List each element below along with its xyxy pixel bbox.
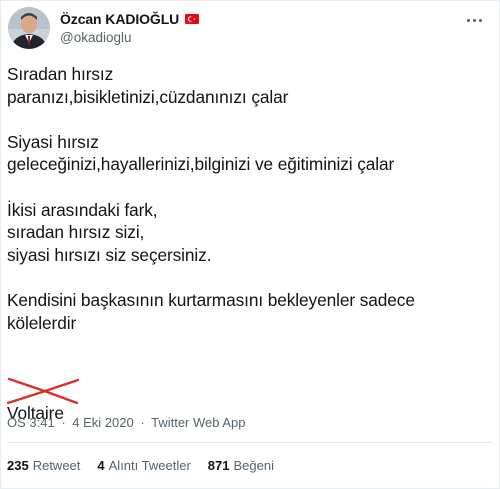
tweet-text: Sıradan hırsız paranızı,bisikletinizi,cü… [6,63,487,447]
display-name-row: Özcan KADIOĞLU [60,10,200,27]
more-options-button[interactable] [461,7,487,33]
quote-tweets-label: Alıntı Tweetler [108,458,191,473]
tweet-date[interactable]: 4 Eki 2020 [72,415,133,430]
likes-stat[interactable]: 871 Beğeni [208,458,274,473]
avatar-image [8,7,50,49]
quote-tweets-count: 4 [97,458,105,473]
likes-label: Beğeni [233,458,274,473]
more-dot-icon [472,18,476,22]
tweet-card: Özcan KADIOĞLU @okadioglu Sıradan hırsız… [0,0,500,489]
divider [7,442,493,443]
likes-count: 871 [207,458,230,473]
more-dot-icon [466,18,470,22]
author-handle[interactable]: @okadioglu [60,30,199,45]
turkey-flag-icon [185,13,200,24]
struck-attribution: Voltaire [6,378,80,447]
retweets-stat[interactable]: 235 Retweet [7,458,80,473]
tweet-paragraph: Siyasi hırsız geleceğinizi,hayallerinizi… [7,131,395,175]
meta-separator: · [61,415,66,430]
retweets-label: Retweet [32,458,81,473]
attribution-paragraph: Voltaire [6,357,487,447]
meta-separator: · [140,415,145,430]
retweets-count: 235 [7,458,29,473]
tweet-paragraph: İkisi arasındaki fark, sıradan hırsız si… [7,199,212,265]
tweet-time[interactable]: ÖS 3:41 [7,415,55,430]
quote-tweets-stat[interactable]: 4 Alıntı Tweetler [97,458,190,473]
tweet-paragraph: Sıradan hırsız paranızı,bisikletinizi,cü… [7,64,289,107]
tweet-paragraph: Kendisini başkasının kurtarmasını bekley… [7,289,415,333]
more-dot-icon [478,18,482,22]
avatar[interactable] [8,7,50,49]
author-display-name[interactable]: Özcan KADIOĞLU [60,11,179,27]
tweet-metadata: ÖS 3:41 · 4 Eki 2020 · Twitter Web App [7,415,246,430]
tweet-stats: 235 Retweet 4 Alıntı Tweetler 871 Beğeni [7,458,291,473]
tweet-source[interactable]: Twitter Web App [151,415,245,430]
author-info: Özcan KADIOĞLU @okadioglu [60,10,200,45]
